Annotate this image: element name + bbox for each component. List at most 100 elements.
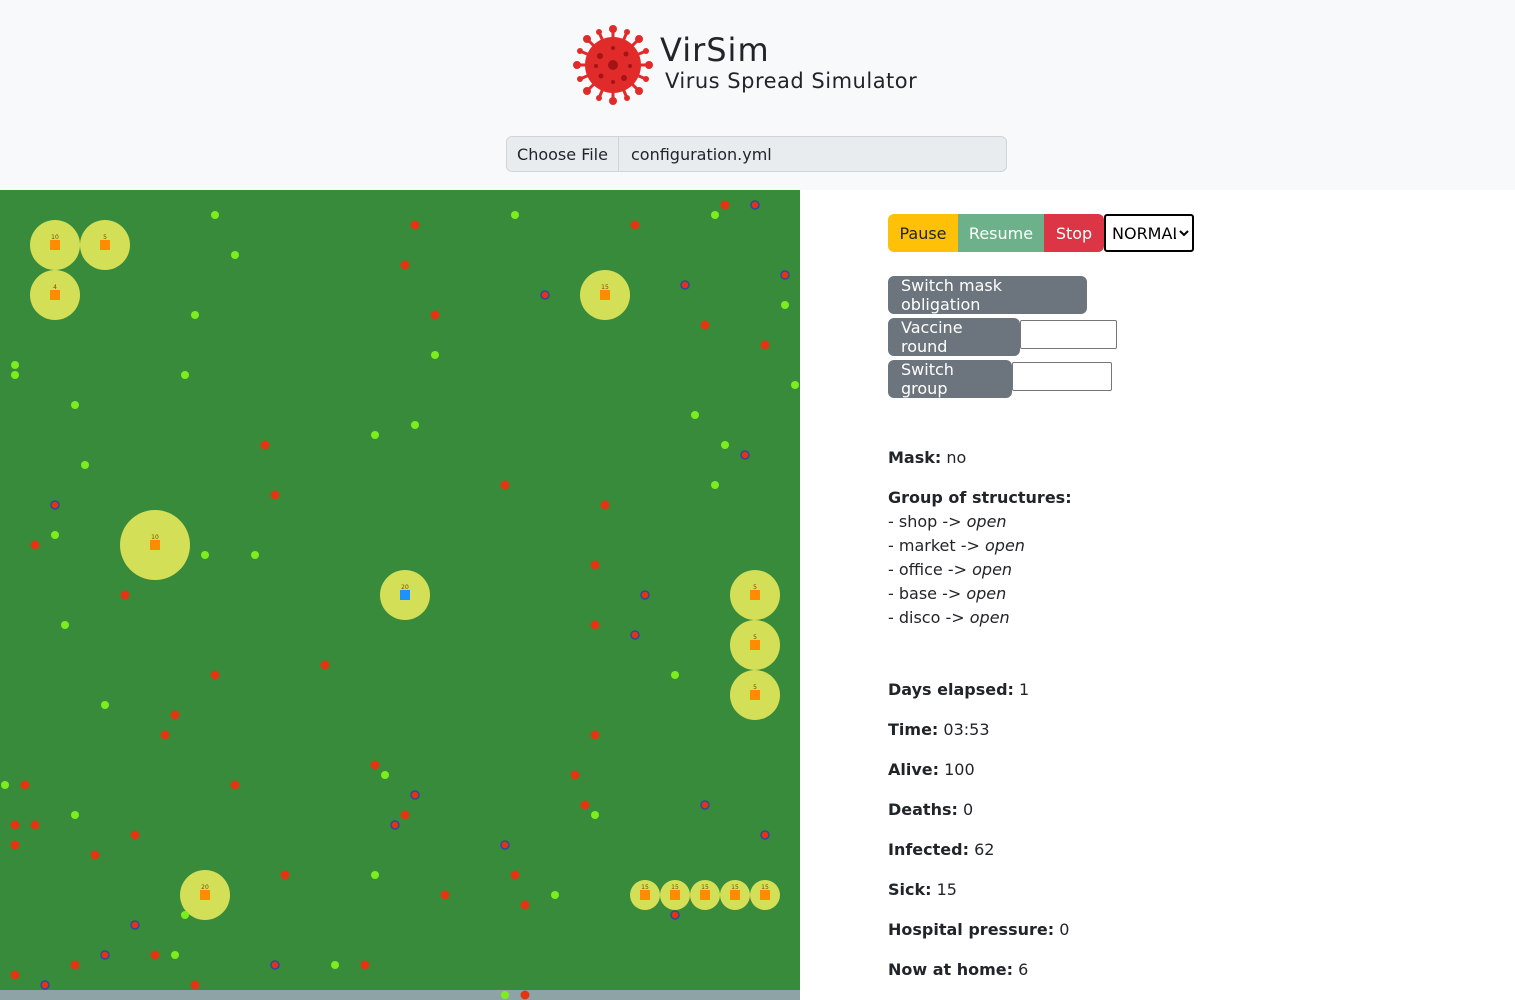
structure-capacity-label: 5 [753,584,757,591]
stop-button[interactable]: Stop [1044,214,1104,252]
structure-capacity-label: 5 [103,234,107,241]
person-infected-dot [700,320,710,330]
switch-group-button[interactable]: Switch group [888,360,1012,398]
sim-time: Time: 03:53 [888,718,990,742]
person-infected-dot [190,980,200,990]
person-sick-dot [700,800,710,810]
simulation-canvas[interactable]: 10 5 4 15 10 20 5 5 5 20 15 15 15 15 15 [0,190,800,1000]
groups-heading: Group of structures: [888,486,1072,510]
group-item-office: - office -> open [888,558,1012,582]
mask-label: Mask: [888,448,942,467]
home-label: Now at home: [888,960,1014,979]
person-sick-dot [40,980,50,990]
person-infected-dot [90,850,100,860]
person-infected-dot [520,900,530,910]
structure-marker [700,890,710,900]
alive-count: Alive: 100 [888,758,975,782]
person-sick-dot [780,270,790,280]
person-sick-dot [540,290,550,300]
infected-value: 62 [974,840,995,859]
structure-capacity-label: 15 [731,884,739,891]
person-sick-dot [680,280,690,290]
person-infected-dot [590,730,600,740]
structure-capacity-label: 15 [701,884,709,891]
time-label: Time: [888,720,939,739]
switch-mask-button[interactable]: Switch mask obligation [888,276,1087,314]
person-infected-dot [400,260,410,270]
person-infected-dot [520,990,530,1000]
group-state: open [966,512,1007,531]
structure-marker [750,640,760,650]
groups-label: Group of structures: [888,488,1072,507]
structure-capacity-label: 4 [53,284,57,291]
person-healthy-dot [51,531,59,539]
person-sick-dot [100,950,110,960]
person-healthy-dot [711,211,719,219]
person-infected-dot [150,950,160,960]
choose-file-button[interactable]: Choose File [507,137,619,171]
person-healthy-dot [11,371,19,379]
group-state: open [985,536,1025,555]
person-infected-dot [210,670,220,680]
person-infected-dot [720,200,730,210]
structure-capacity-label: 15 [641,884,649,891]
person-healthy-dot [251,551,259,559]
alive-value: 100 [944,760,975,779]
structure-capacity-label: 15 [761,884,769,891]
speed-select[interactable]: NORMAL [1104,214,1194,252]
resume-button[interactable]: Resume [958,214,1044,252]
person-healthy-dot [81,461,89,469]
person-healthy-dot [101,701,109,709]
structure-capacity-label: 15 [671,884,679,891]
person-healthy-dot [331,961,339,969]
vaccine-round-button[interactable]: Vaccine round [888,318,1020,356]
app-header: VirSim Virus Spread Simulator Choose Fil… [0,0,1515,190]
time-value: 03:53 [943,720,990,739]
person-infected-dot [360,960,370,970]
person-healthy-dot [781,301,789,309]
pause-button[interactable]: Pause [888,214,958,252]
app-subtitle: Virus Spread Simulator [665,69,918,93]
group-name: - shop -> [888,512,962,531]
structure-marker [150,540,160,550]
structure-marker [600,290,610,300]
structure-marker [200,890,210,900]
person-healthy-dot [61,621,69,629]
person-healthy-dot [501,991,509,999]
person-healthy-dot [711,481,719,489]
structure-marker [670,890,680,900]
structure-capacity-label: 20 [201,884,209,891]
person-sick-dot [50,500,60,510]
person-sick-dot [130,920,140,930]
person-infected-dot [410,220,420,230]
vaccine-round-input[interactable] [1020,320,1117,349]
structure-marker [400,590,410,600]
structure-capacity-label: 15 [601,284,609,291]
app-title: VirSim [660,31,770,69]
sick-value: 15 [936,880,957,899]
structure-marker [750,690,760,700]
person-sick-dot [390,820,400,830]
person-infected-dot [260,440,270,450]
person-infected-dot [580,800,590,810]
person-healthy-dot [181,911,189,919]
group-name: - base -> [888,584,962,603]
group-name: - disco -> [888,608,965,627]
person-infected-dot [160,730,170,740]
person-infected-dot [30,540,40,550]
person-healthy-dot [591,811,599,819]
person-healthy-dot [431,351,439,359]
virus-logo-icon [573,25,653,105]
structure-marker [750,590,760,600]
sick-label: Sick: [888,880,932,899]
person-healthy-dot [71,401,79,409]
person-sick-dot [500,840,510,850]
group-item-shop: - shop -> open [888,510,1007,534]
person-healthy-dot [201,551,209,559]
deaths-value: 0 [962,800,974,819]
switch-group-input[interactable] [1012,362,1112,391]
hospital-value: 0 [1059,920,1070,939]
person-infected-dot [510,870,520,880]
config-file-input[interactable]: Choose File configuration.yml [506,136,1007,172]
person-healthy-dot [171,951,179,959]
